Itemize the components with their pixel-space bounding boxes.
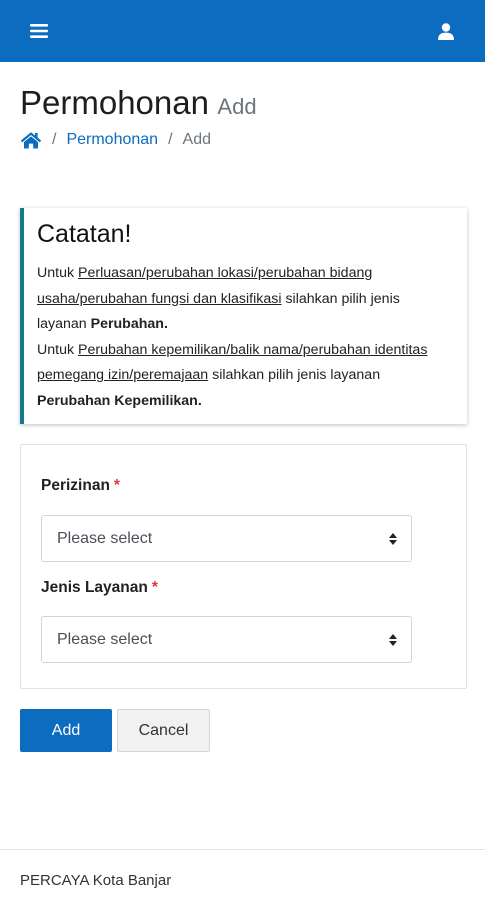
breadcrumb: / Permohonan / Add xyxy=(20,131,211,149)
permohonan-form: Perizinan * Please select Jenis Layanan * … xyxy=(20,444,467,689)
note-callout: Catatan! Untuk Perluasan/perubahan lokas… xyxy=(20,208,467,424)
required-mark: * xyxy=(113,477,120,494)
breadcrumb-current: Add xyxy=(182,131,211,148)
jenis-layanan-label: Jenis Layanan * xyxy=(41,579,158,597)
footer-divider xyxy=(0,849,485,850)
breadcrumb-separator: / xyxy=(52,131,57,148)
required-mark: * xyxy=(151,579,158,596)
breadcrumb-link-permohonan[interactable]: Permohonan xyxy=(66,131,158,149)
perizinan-label-text: Perizinan xyxy=(41,477,110,494)
callout-title: Catatan! xyxy=(37,220,132,248)
select-caret-icon xyxy=(389,633,397,646)
page-title: Permohonan xyxy=(20,84,209,121)
select-caret-icon xyxy=(389,532,397,545)
callout-bold-text: Perubahan Kepemilikan. xyxy=(37,392,202,409)
cancel-button[interactable]: Cancel xyxy=(117,709,210,752)
user-icon[interactable] xyxy=(435,20,457,42)
callout-text-part: Untuk xyxy=(37,341,79,358)
breadcrumb-separator: / xyxy=(168,131,173,148)
jenis-layanan-label-text: Jenis Layanan xyxy=(41,579,148,596)
page-header: Permohonan Add xyxy=(20,86,257,120)
callout-text: Untuk Perluasan/perubahan lokasi/perubah… xyxy=(37,261,453,414)
perizinan-label: Perizinan * xyxy=(41,477,120,495)
callout-text-part: Untuk xyxy=(37,265,79,281)
jenis-layanan-select-value: Please select xyxy=(57,630,153,648)
callout-text-part: silahkan pilih jenis layanan xyxy=(208,367,381,383)
perizinan-select[interactable]: Please select xyxy=(41,515,412,562)
hamburger-menu-icon[interactable] xyxy=(28,20,50,42)
home-icon[interactable] xyxy=(20,131,42,149)
top-navbar xyxy=(0,0,485,62)
add-button[interactable]: Add xyxy=(20,709,112,752)
callout-bold-text: Perubahan. xyxy=(90,316,168,332)
jenis-layanan-select[interactable]: Please select xyxy=(41,616,412,663)
perizinan-select-value: Please select xyxy=(57,529,153,547)
footer-text: PERCAYA Kota Banjar xyxy=(20,872,172,889)
page-subtitle: Add xyxy=(217,94,257,119)
